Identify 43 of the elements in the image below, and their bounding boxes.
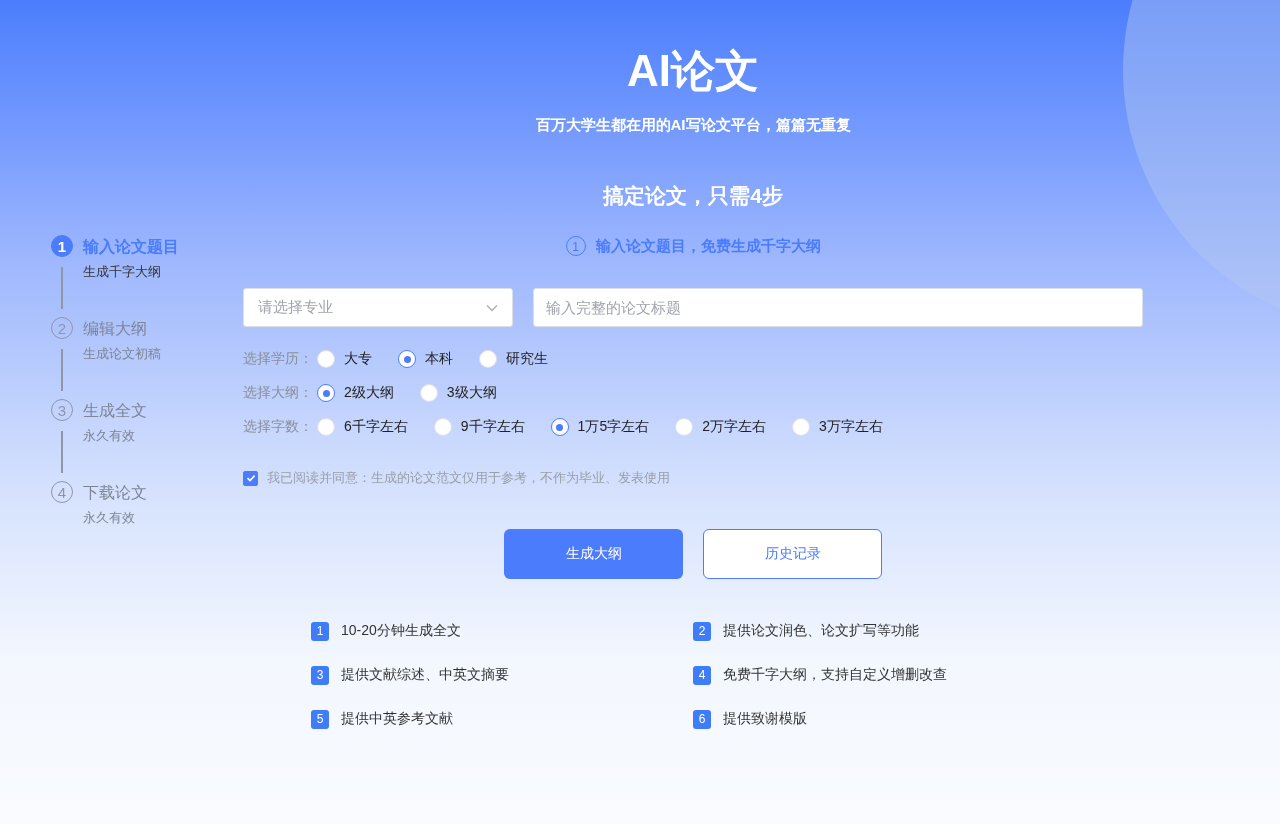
generate-button[interactable]: 生成大纲 (504, 529, 683, 579)
step-subtitle: 生成千字大纲 (83, 263, 162, 281)
agreement-checkbox[interactable] (243, 470, 258, 486)
option-label: 选择学历： (243, 350, 313, 368)
option-label: 选择大纲： (243, 384, 313, 402)
steps-heading: 搞定论文，只需4步 (603, 184, 783, 208)
radio-label[interactable]: 研究生 (506, 350, 548, 368)
radio-label[interactable]: 2万字左右 (702, 418, 766, 436)
step-hint: 输入论文题目，免费生成千字大纲 (595, 236, 821, 256)
number-badge: 5 (311, 709, 329, 729)
step-subtitle: 生成论文初稿 (83, 345, 161, 363)
feature-text: 10-20分钟生成全文 (341, 622, 461, 640)
page-title: AI论文 (627, 45, 759, 97)
radio-label[interactable]: 本科 (425, 350, 453, 368)
chevron-down-icon (486, 303, 498, 312)
step-subtitle: 永久有效 (83, 427, 136, 445)
radio-label[interactable]: 大专 (344, 350, 372, 368)
agreement-text: 我已阅读并同意：生成的论文范文仅用于参考，不作为毕业、发表使用 (267, 469, 670, 487)
feature-text: 免费千字大纲，支持自定义增删改查 (723, 666, 947, 684)
number-badge: 3 (311, 665, 329, 685)
feature-text: 提供致谢模版 (723, 710, 807, 728)
radio-label[interactable]: 9千字左右 (460, 418, 525, 436)
radio-label[interactable]: 3万字左右 (818, 418, 883, 436)
history-button[interactable]: 历史记录 (703, 529, 882, 579)
radio-label[interactable]: 6千字左右 (344, 418, 408, 436)
page-subtitle: 百万大学生都在用的AI写论文平台，篇篇无重复 (535, 115, 851, 135)
number-badge: 6 (693, 709, 711, 729)
option-label: 选择字数： (243, 418, 313, 436)
radio-label[interactable]: 3级大纲 (446, 384, 497, 402)
radio-label[interactable]: 2级大纲 (344, 384, 394, 402)
radio-button[interactable] (317, 384, 335, 402)
number-badge: 2 (693, 621, 711, 641)
number-badge: 1 (311, 621, 329, 641)
title-input[interactable]: 输入完整的论文标题 (533, 288, 1143, 327)
radio-button[interactable] (398, 350, 416, 368)
step-number: 1 (51, 235, 73, 257)
radio-label[interactable]: 1万5字左右 (577, 418, 650, 436)
step-subtitle: 永久有效 (83, 509, 136, 527)
feature-text: 提供中英参考文献 (341, 710, 453, 728)
number-badge: 4 (693, 665, 711, 685)
feature-text: 提供文献综述、中英文摘要 (341, 666, 509, 684)
feature-text: 提供论文润色、论文扩写等功能 (723, 622, 919, 640)
radio-button[interactable] (550, 418, 569, 436)
